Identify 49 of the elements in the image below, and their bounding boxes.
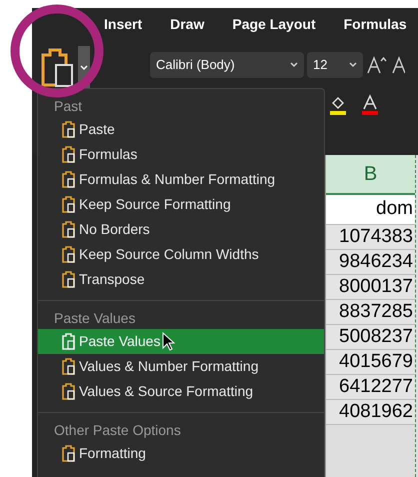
- column-header[interactable]: B: [326, 155, 415, 195]
- font-name-field[interactable]: Calibri (Body): [150, 52, 304, 78]
- menu-item[interactable]: Paste Values: [38, 329, 324, 354]
- shrink-font-icon[interactable]: [391, 55, 405, 75]
- ribbon-tab[interactable]: Insert: [104, 14, 142, 36]
- clipboard-icon: [62, 196, 76, 213]
- menu-item[interactable]: Formulas: [38, 142, 324, 167]
- ribbon-tab[interactable]: Page Layout: [232, 14, 316, 36]
- menu-item[interactable]: Keep Source Column Widths: [38, 242, 324, 267]
- table-cell: 8000137: [326, 275, 415, 300]
- menu-item[interactable]: Values & Source Formatting: [38, 379, 324, 404]
- font-size-field[interactable]: 12: [307, 52, 363, 78]
- table-cell: 4081962: [326, 400, 415, 425]
- table-cell: dom: [326, 195, 415, 225]
- clipboard-icon: [62, 221, 76, 238]
- table-cell: 8837285: [326, 300, 415, 325]
- font-color-icon[interactable]: [361, 94, 379, 116]
- table-cell: 4015679: [326, 350, 415, 375]
- clipboard-icon: [62, 333, 76, 350]
- menu-item[interactable]: Paste: [38, 117, 324, 142]
- menu-item[interactable]: Formatting: [38, 441, 324, 466]
- ribbon-tab[interactable]: Formulas: [344, 14, 407, 36]
- menu-section-header: Past: [53, 96, 84, 116]
- table-cell: 9846234: [326, 250, 415, 275]
- grow-font-icon[interactable]: [366, 55, 388, 75]
- clipboard-icon: [62, 171, 76, 188]
- table-cell: 1074383: [326, 225, 415, 250]
- caret-icon: [349, 62, 357, 68]
- clipboard-icon: [62, 121, 76, 138]
- menu-item[interactable]: Formulas & Number Formatting: [38, 167, 324, 192]
- menu-section-header: Other Paste Options: [53, 420, 182, 440]
- clipboard-icon: [62, 358, 76, 375]
- clipboard-icon: [62, 246, 76, 263]
- caret-icon: [290, 62, 298, 68]
- menu-item[interactable]: No Borders: [38, 217, 324, 242]
- clipboard-icon: [62, 271, 76, 288]
- menu-item[interactable]: Values & Number Formatting: [38, 354, 324, 379]
- clipboard-icon: [62, 146, 76, 163]
- menu-item[interactable]: Transpose: [38, 267, 324, 292]
- paste-icon[interactable]: [41, 48, 75, 88]
- cursor-icon: [162, 332, 175, 351]
- table-cell: 5008237: [326, 325, 415, 350]
- ribbon-tab[interactable]: Draw: [170, 14, 204, 36]
- clipboard-icon: [62, 383, 76, 400]
- menu-item[interactable]: Keep Source Formatting: [38, 192, 324, 217]
- table-cell: 6412277: [326, 375, 415, 400]
- clipboard-icon: [62, 445, 76, 462]
- caret-icon: [80, 65, 88, 71]
- menu-section-header: Paste Values: [53, 308, 136, 328]
